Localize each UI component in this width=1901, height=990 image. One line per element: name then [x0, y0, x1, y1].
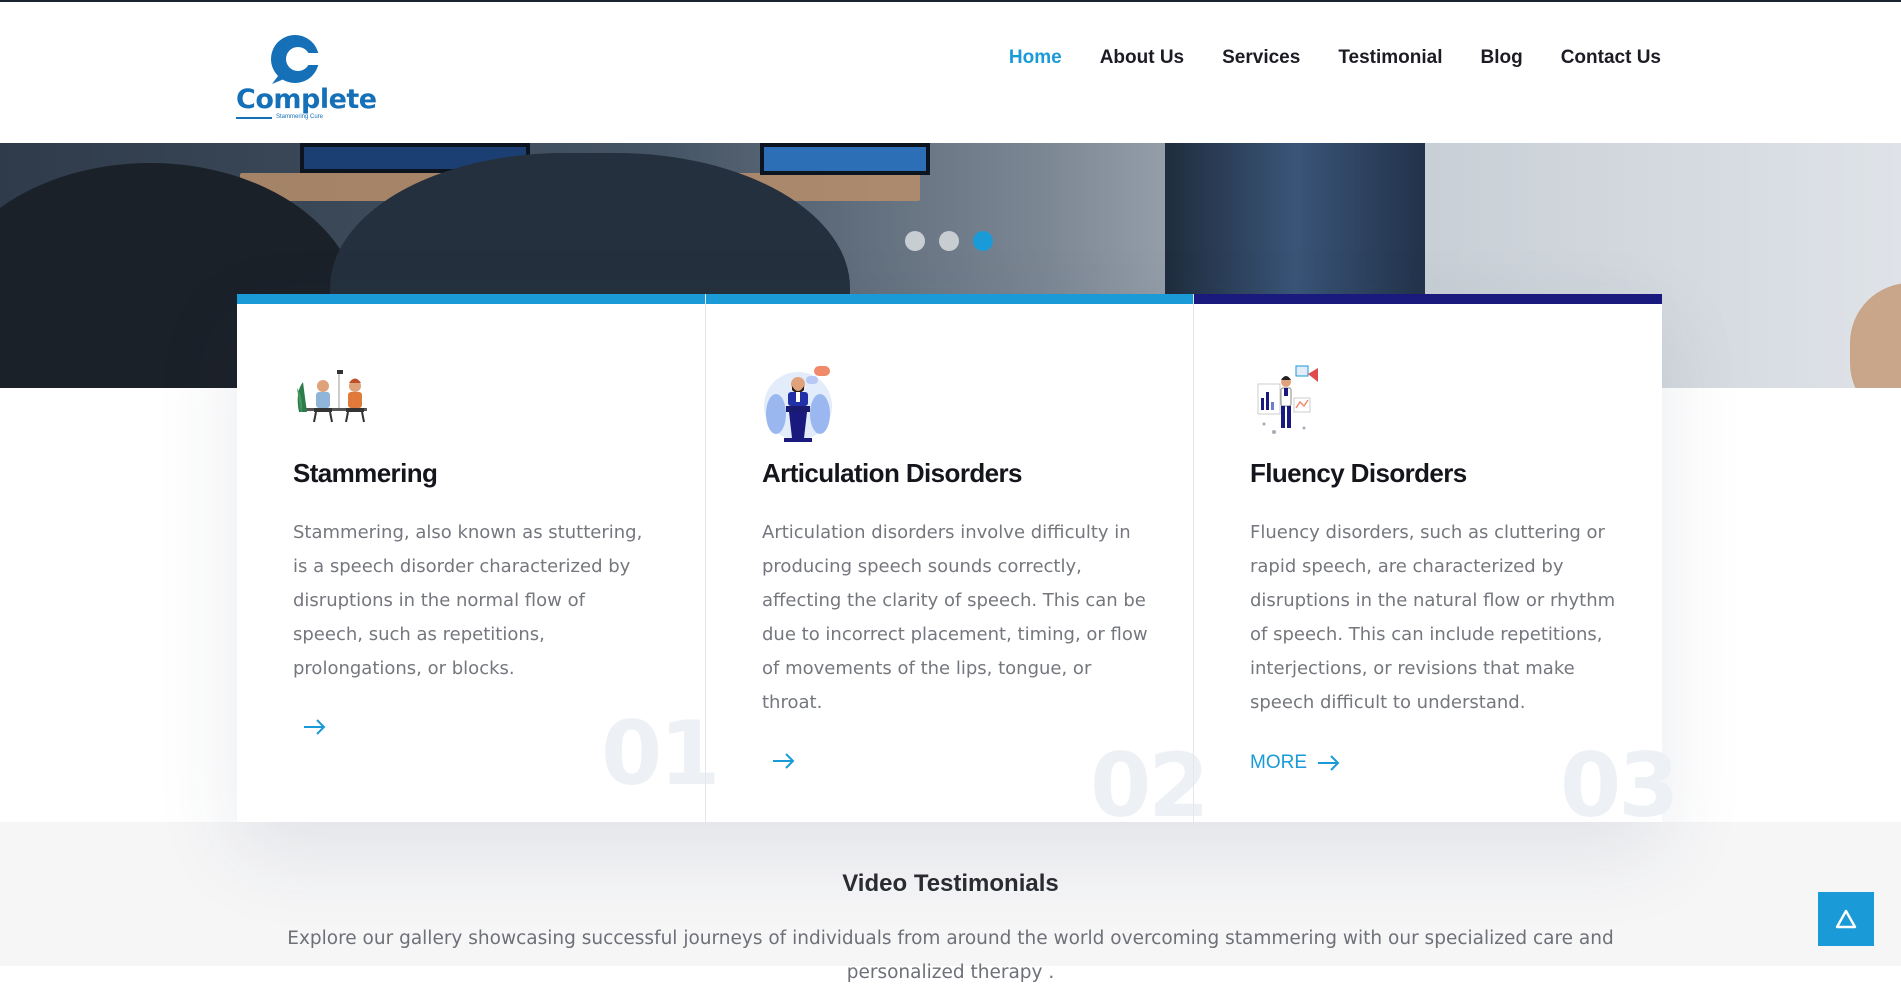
service-title: Articulation Disorders — [762, 458, 1022, 488]
service-more-link[interactable]: MORE — [1250, 752, 1341, 774]
service-description: Fluency disorders, such as cluttering or… — [1250, 522, 1616, 713]
brand-logo[interactable]: Complete Stammering Cure — [236, 32, 377, 124]
presenter-chart-icon — [1257, 365, 1318, 434]
slider-dot-1[interactable] — [905, 231, 925, 251]
service-number: 01 — [601, 702, 720, 805]
service-card-stammering: Stammering Stammering, also known as stu… — [237, 294, 720, 822]
service-title: Fluency Disorders — [1250, 458, 1467, 488]
section-description: Explore our gallery showcasing successfu… — [287, 928, 1614, 983]
arrow-right-icon — [773, 753, 795, 769]
nav-services[interactable]: Services — [1222, 47, 1300, 69]
back-to-top-button[interactable] — [1818, 892, 1874, 946]
main-nav: Home About Us Services Testimonial Blog … — [1009, 47, 1661, 69]
more-label: MORE — [1250, 752, 1307, 773]
arrow-right-icon — [1318, 755, 1340, 771]
service-number: 03 — [1560, 734, 1679, 837]
service-card-fluency: Fluency Disorders Fluency disorders, suc… — [1193, 294, 1679, 837]
testimonials-section: Video Testimonials Explore our gallery s… — [0, 822, 1901, 983]
hero-monitor-image — [760, 143, 930, 175]
service-description: Articulation disorders involve difficult… — [762, 522, 1148, 713]
slider-dot-3[interactable] — [973, 231, 993, 251]
service-more-link[interactable] — [762, 752, 796, 770]
logo-c-icon — [271, 35, 322, 84]
service-number: 02 — [1090, 734, 1209, 837]
service-more-link[interactable] — [293, 718, 327, 736]
service-description: Stammering, also known as stuttering, is… — [293, 522, 643, 679]
card-top-bar — [706, 294, 1193, 304]
service-card-articulation: Articulation Disorders Articulation diso… — [705, 294, 1209, 837]
slider-dot-2[interactable] — [939, 231, 959, 251]
logo-underline — [236, 117, 272, 119]
people-conversation-icon — [297, 370, 367, 423]
nav-about-us[interactable]: About Us — [1100, 47, 1184, 69]
triangle-up-icon — [1835, 909, 1857, 929]
card-top-bar — [237, 294, 705, 304]
services-cards: Stammering Stammering, also known as stu… — [237, 294, 1679, 837]
section-title: Video Testimonials — [842, 870, 1059, 897]
card-top-bar — [1194, 294, 1662, 304]
slider-dots — [905, 231, 993, 251]
nav-contact-us[interactable]: Contact Us — [1561, 47, 1661, 69]
brand-tagline: Stammering Cure — [276, 114, 324, 120]
nav-testimonial[interactable]: Testimonial — [1338, 47, 1442, 69]
speaker-podium-icon — [764, 366, 832, 442]
brand-name: Complete — [236, 84, 377, 115]
arrow-right-icon — [304, 719, 326, 735]
service-title: Stammering — [293, 458, 438, 488]
nav-home[interactable]: Home — [1009, 47, 1062, 69]
nav-blog[interactable]: Blog — [1480, 47, 1522, 69]
site-header: Complete Stammering Cure Home About Us S… — [0, 2, 1901, 143]
